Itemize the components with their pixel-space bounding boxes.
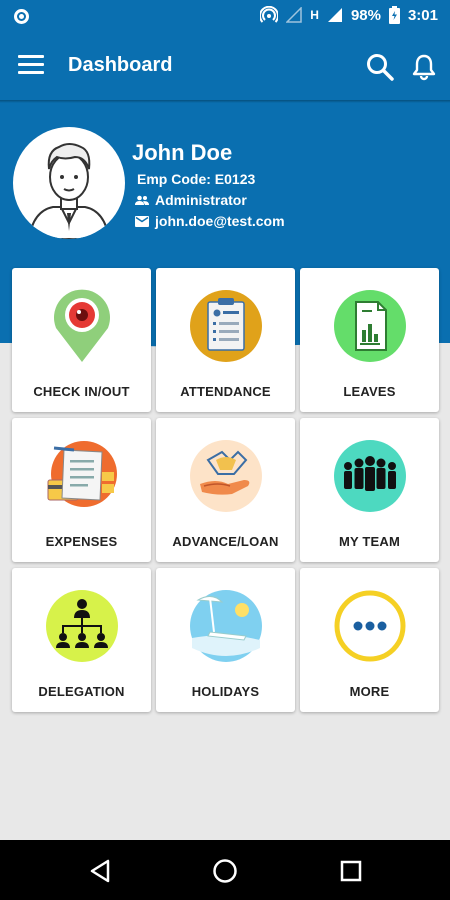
- tile-advance-loan[interactable]: ADVANCE/LOAN: [156, 418, 295, 562]
- tile-attendance[interactable]: ATTENDANCE: [156, 268, 295, 412]
- org-chart-icon: [46, 590, 118, 662]
- search-icon[interactable]: [366, 53, 394, 81]
- receipt-icon: [47, 441, 117, 507]
- notification-bell-icon[interactable]: [411, 53, 437, 81]
- back-icon[interactable]: [88, 858, 114, 884]
- app-bar: Dashboard: [0, 33, 450, 101]
- avatar[interactable]: [13, 127, 125, 239]
- tile-leaves[interactable]: LEAVES: [300, 268, 439, 412]
- battery-icon: [388, 6, 400, 24]
- user-name: John Doe: [132, 140, 233, 165]
- tile-label: MORE: [349, 684, 390, 699]
- tile-label: ADVANCE/LOAN: [172, 534, 279, 549]
- tile-label: MY TEAM: [338, 534, 401, 549]
- app-notification-icon: [14, 9, 29, 24]
- user-role: Administrator: [135, 192, 247, 208]
- document-icon: [334, 290, 406, 362]
- tile-more[interactable]: MORE: [300, 568, 439, 712]
- tile-label: DELEGATION: [38, 684, 125, 699]
- home-icon[interactable]: [212, 858, 238, 884]
- dashboard-grid: CHECK IN/OUT ATTENDANCE LEAVES EXPENSES …: [12, 268, 439, 714]
- signal-empty-icon: [286, 7, 303, 23]
- battery-percent: 98%: [350, 6, 381, 24]
- tile-label: CHECK IN/OUT: [33, 384, 130, 399]
- status-bar: H 98% 3:01: [0, 0, 450, 33]
- menu-icon[interactable]: [18, 55, 44, 75]
- employee-code-text: Emp Code: E0123: [137, 171, 256, 187]
- network-type: H: [310, 8, 319, 22]
- system-navigation-bar: [0, 840, 450, 900]
- tile-expenses[interactable]: EXPENSES: [12, 418, 151, 562]
- more-dots-icon: [334, 590, 406, 662]
- user-email-text: john.doe@test.com: [155, 213, 285, 229]
- mail-icon: [135, 215, 149, 227]
- tile-check-in-out[interactable]: CHECK IN/OUT: [12, 268, 151, 412]
- hotspot-icon: [260, 6, 279, 23]
- clipboard-icon: [190, 290, 262, 362]
- beach-icon: [190, 590, 262, 662]
- tile-holidays[interactable]: HOLIDAYS: [156, 568, 295, 712]
- tile-delegation[interactable]: DELEGATION: [12, 568, 151, 712]
- hand-money-icon: [190, 440, 262, 512]
- user-email: john.doe@test.com: [135, 213, 285, 229]
- recents-icon[interactable]: [338, 858, 364, 884]
- tile-label: LEAVES: [343, 384, 396, 399]
- tile-my-team[interactable]: MY TEAM: [300, 418, 439, 562]
- tile-label: HOLIDAYS: [191, 684, 260, 699]
- clock: 3:01: [407, 6, 438, 24]
- tile-label: ATTENDANCE: [180, 384, 271, 399]
- signal-icon: [327, 8, 342, 22]
- page-title: Dashboard: [68, 54, 173, 76]
- user-role-text: Administrator: [155, 192, 247, 208]
- team-icon: [334, 440, 406, 512]
- employee-code: Emp Code: E0123: [137, 171, 255, 187]
- people-icon: [135, 195, 149, 205]
- location-pin-icon: [54, 289, 110, 362]
- tile-label: EXPENSES: [45, 534, 118, 549]
